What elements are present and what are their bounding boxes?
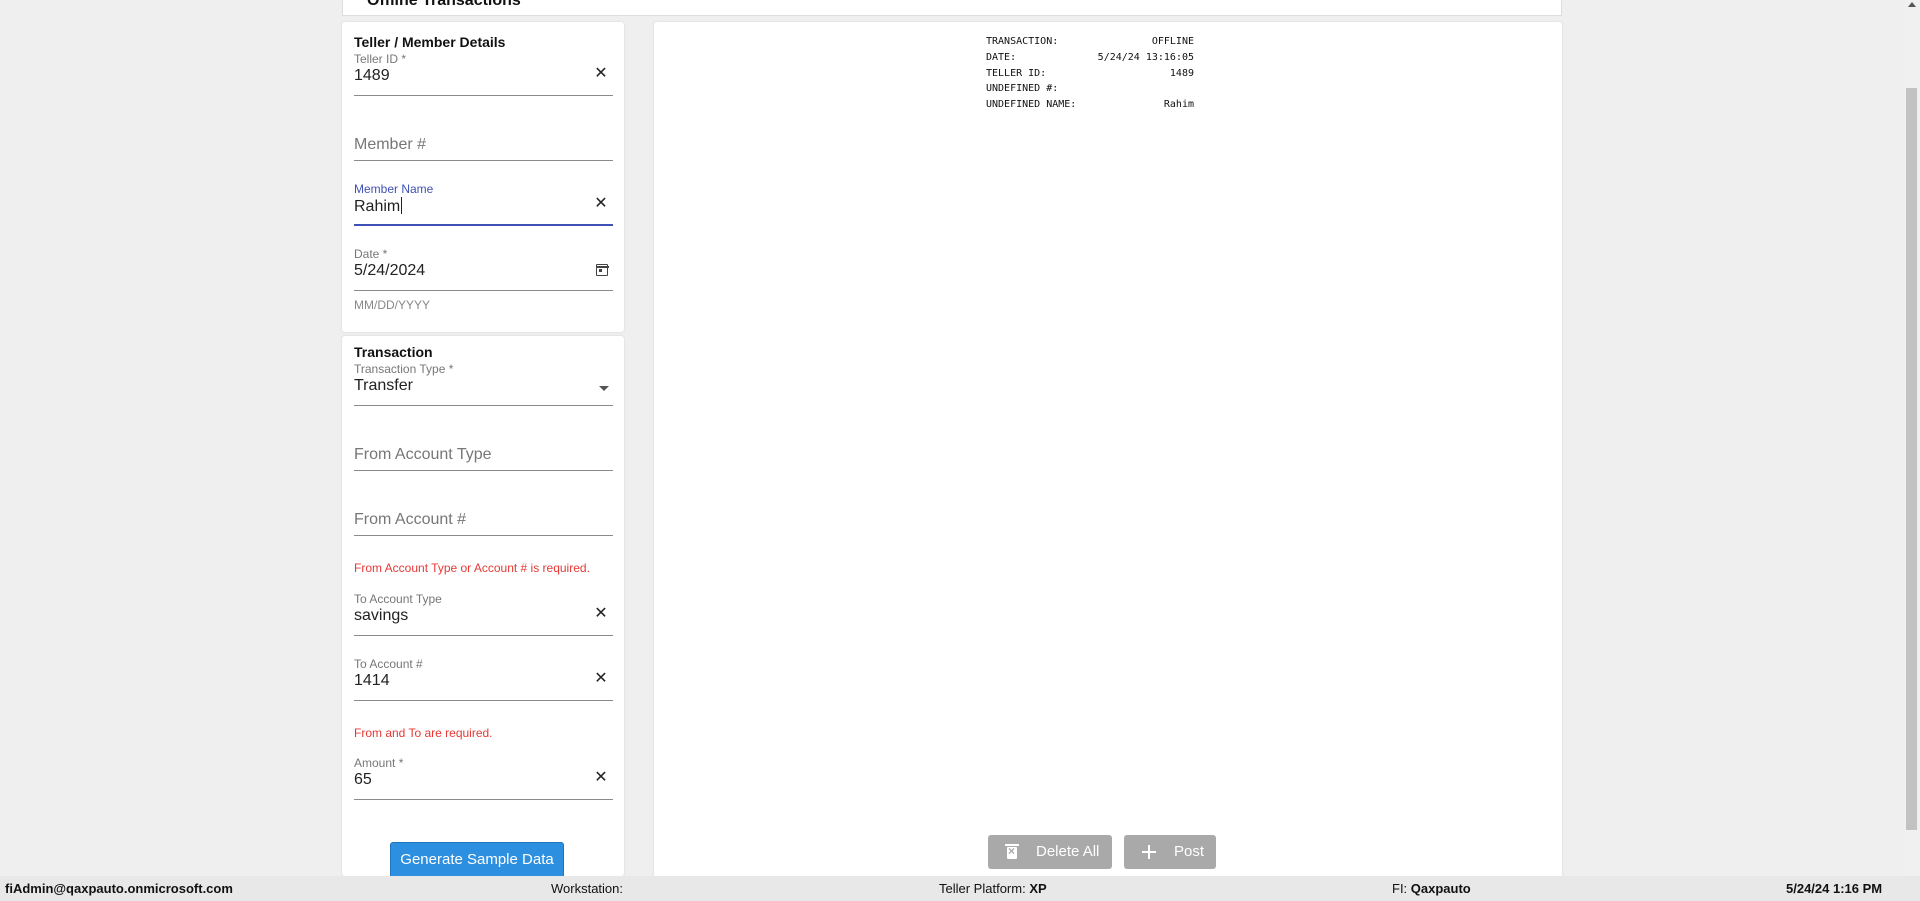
date-value[interactable]: 5/24/2024: [354, 262, 425, 280]
fi-value: Qaxpauto: [1410, 881, 1471, 896]
text-caret: [401, 197, 403, 214]
vertical-scrollbar[interactable]: [1904, 0, 1920, 876]
close-icon[interactable]: ✕: [593, 606, 609, 622]
receipt-row: TRANSACTION: OFFLINE: [986, 36, 1194, 52]
transaction-type-select[interactable]: Transaction Type * Transfer: [354, 362, 613, 406]
page-title: Offline Transactions: [367, 0, 521, 9]
chevron-down-icon[interactable]: [599, 386, 609, 391]
member-number-field[interactable]: Member #: [354, 117, 613, 161]
date-helper-text: MM/DD/YYYY: [354, 298, 431, 312]
workstation-label: Workstation:: [551, 881, 624, 896]
receipt-row: UNDEFINED #:: [986, 83, 1194, 99]
receipt-key: TRANSACTION:: [986, 36, 1059, 47]
post-label: Post: [1174, 843, 1205, 860]
amount-label: Amount *: [354, 756, 404, 770]
transaction-card: Transaction Transaction Type * Transfer …: [342, 336, 624, 878]
to-account-number-label: To Account #: [354, 657, 423, 671]
member-name-label: Member Name: [354, 182, 434, 196]
platform-value: XP: [1029, 881, 1047, 896]
receipt-preview-card: TRANSACTION: OFFLINE DATE: 5/24/24 13:16:05…: [654, 22, 1562, 878]
receipt-preview: TRANSACTION: OFFLINE DATE: 5/24/24 13:16:05…: [986, 36, 1194, 115]
date-field[interactable]: Date * 5/24/2024: [354, 247, 613, 291]
member-name-field[interactable]: Member Name Rahim ✕: [354, 182, 613, 226]
close-icon[interactable]: ✕: [593, 671, 609, 687]
close-icon[interactable]: ✕: [593, 66, 609, 82]
to-account-error: From and To are required.: [354, 726, 493, 740]
from-account-type-placeholder[interactable]: From Account Type: [354, 446, 492, 464]
receipt-key: UNDEFINED #:: [986, 83, 1059, 95]
calendar-icon[interactable]: [595, 264, 609, 276]
from-account-number-field[interactable]: From Account #: [354, 492, 613, 536]
member-name-value: Rahim: [354, 198, 401, 215]
delete-all-button[interactable]: Delete All: [988, 835, 1112, 869]
status-fi: FI: Qaxpauto: [1392, 881, 1471, 896]
trash-icon: [1005, 844, 1019, 859]
from-account-number-placeholder[interactable]: From Account #: [354, 511, 466, 529]
receipt-key: TELLER ID:: [986, 67, 1047, 79]
transaction-type-value[interactable]: Transfer: [354, 377, 413, 395]
teller-member-details-card: Teller / Member Details Teller ID * 1489…: [342, 22, 624, 332]
to-account-type-value[interactable]: savings: [354, 607, 408, 625]
member-name-input[interactable]: Rahim: [354, 197, 403, 216]
amount-value[interactable]: 65: [354, 771, 372, 789]
receipt-row: UNDEFINED NAME: Rahim: [986, 99, 1194, 115]
status-datetime: 5/24/24 1:16 PM: [1786, 881, 1883, 896]
teller-id-value[interactable]: 1489: [354, 67, 390, 85]
receipt-key: DATE:: [986, 51, 1017, 63]
transaction-type-label: Transaction Type *: [354, 362, 454, 376]
date-label: Date *: [354, 247, 388, 261]
plus-icon: [1142, 845, 1156, 859]
to-account-number-field[interactable]: To Account # 1414 ✕: [354, 657, 613, 701]
amount-field[interactable]: Amount * 65 ✕: [354, 756, 613, 800]
status-platform: Teller Platform: XP: [939, 881, 1047, 896]
status-user: fiAdmin@qaxpauto.onmicrosoft.com: [5, 881, 233, 896]
receipt-row: TELLER ID: 1489: [986, 68, 1194, 84]
post-button[interactable]: Post: [1124, 835, 1216, 869]
close-icon[interactable]: ✕: [593, 770, 609, 786]
receipt-value: 5/24/24 13:16:05: [1097, 51, 1194, 63]
transaction-title: Transaction: [354, 344, 433, 360]
close-icon[interactable]: ✕: [593, 196, 609, 212]
page-header: Offline Transactions: [342, 0, 1562, 16]
receipt-value: 1489: [1169, 67, 1194, 79]
status-workstation: Workstation:: [551, 881, 623, 896]
status-bar: fiAdmin@qaxpauto.onmicrosoft.com Worksta…: [0, 876, 1920, 901]
member-number-placeholder[interactable]: Member #: [354, 136, 426, 154]
teller-details-title: Teller / Member Details: [354, 34, 506, 50]
receipt-row: DATE: 5/24/24 13:16:05: [986, 52, 1194, 68]
platform-label: Teller Platform:: [939, 881, 1026, 896]
generate-sample-data-button[interactable]: Generate Sample Data: [390, 842, 564, 878]
teller-id-label: Teller ID *: [354, 52, 407, 66]
to-account-number-value[interactable]: 1414: [354, 672, 390, 690]
from-account-type-field[interactable]: From Account Type: [354, 427, 613, 471]
to-account-type-label: To Account Type: [354, 592, 442, 606]
to-account-type-field[interactable]: To Account Type savings ✕: [354, 592, 613, 636]
receipt-value: Rahim: [1163, 99, 1194, 111]
receipt-key: UNDEFINED NAME:: [986, 99, 1077, 111]
from-account-error: From Account Type or Account # is requir…: [354, 561, 590, 575]
delete-all-label: Delete All: [1036, 843, 1100, 860]
receipt-value: OFFLINE: [1151, 36, 1194, 47]
scroll-up-arrow-icon[interactable]: [1908, 2, 1916, 7]
scrollbar-thumb[interactable]: [1906, 88, 1917, 830]
fi-label: FI:: [1392, 881, 1408, 896]
teller-id-field[interactable]: Teller ID * 1489 ✕: [354, 52, 613, 96]
